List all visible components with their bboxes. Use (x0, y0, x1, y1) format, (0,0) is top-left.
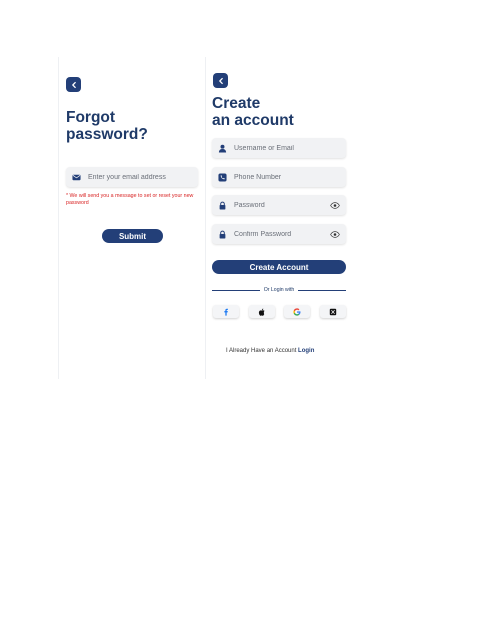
password-field[interactable] (212, 195, 346, 215)
lock-icon (218, 230, 227, 239)
signup-title-line2: an account (212, 112, 294, 129)
chevron-left-icon (218, 77, 223, 84)
username-field[interactable] (212, 138, 346, 158)
or-login-divider: Or Login with (212, 287, 347, 293)
password-input[interactable] (234, 201, 330, 209)
create-account-button[interactable]: Create Account (212, 260, 346, 274)
username-input[interactable] (234, 144, 340, 152)
login-footer: I Already Have an Account Login (226, 348, 314, 354)
x-icon (329, 308, 337, 315)
eye-icon[interactable] (330, 229, 340, 239)
forgot-email-field[interactable] (66, 167, 198, 187)
login-link[interactable]: Login (298, 348, 314, 354)
apple-login-button[interactable] (249, 305, 275, 318)
phone-icon (218, 172, 227, 182)
panel-divider (205, 57, 206, 379)
forgot-title-line2: password? (66, 126, 148, 143)
x-login-button[interactable] (320, 305, 346, 318)
user-icon (218, 144, 227, 153)
google-login-button[interactable] (284, 305, 310, 318)
google-icon (293, 307, 301, 316)
forgot-note: * We will send you a message to set or r… (66, 193, 194, 206)
apple-icon (258, 308, 265, 316)
facebook-login-button[interactable] (213, 305, 239, 318)
chevron-left-icon (71, 81, 76, 88)
eye-icon[interactable] (330, 200, 340, 210)
submit-button[interactable]: Submit (102, 229, 163, 243)
phone-field[interactable] (212, 167, 346, 187)
phone-input[interactable] (234, 173, 340, 181)
or-login-with-label: Or Login with (263, 287, 295, 293)
panel-edge-left (58, 57, 59, 379)
signup-title-line1: Create (212, 95, 261, 112)
lock-icon (218, 201, 227, 210)
confirm-password-field[interactable] (212, 224, 346, 244)
forgot-email-input[interactable] (88, 173, 192, 181)
divider-line-right (298, 289, 347, 291)
forgot-title-line1: Forgot (66, 109, 116, 126)
envelope-icon (72, 173, 81, 182)
forgot-title: Forgot password? (66, 109, 148, 143)
signup-title: Create an account (212, 95, 294, 129)
divider-line-left (212, 289, 260, 291)
facebook-icon (224, 308, 228, 316)
footer-text: I Already Have an Account (226, 348, 299, 354)
confirm-password-input[interactable] (234, 230, 330, 238)
signup-back-button[interactable] (213, 73, 228, 88)
forgot-back-button[interactable] (66, 77, 81, 92)
